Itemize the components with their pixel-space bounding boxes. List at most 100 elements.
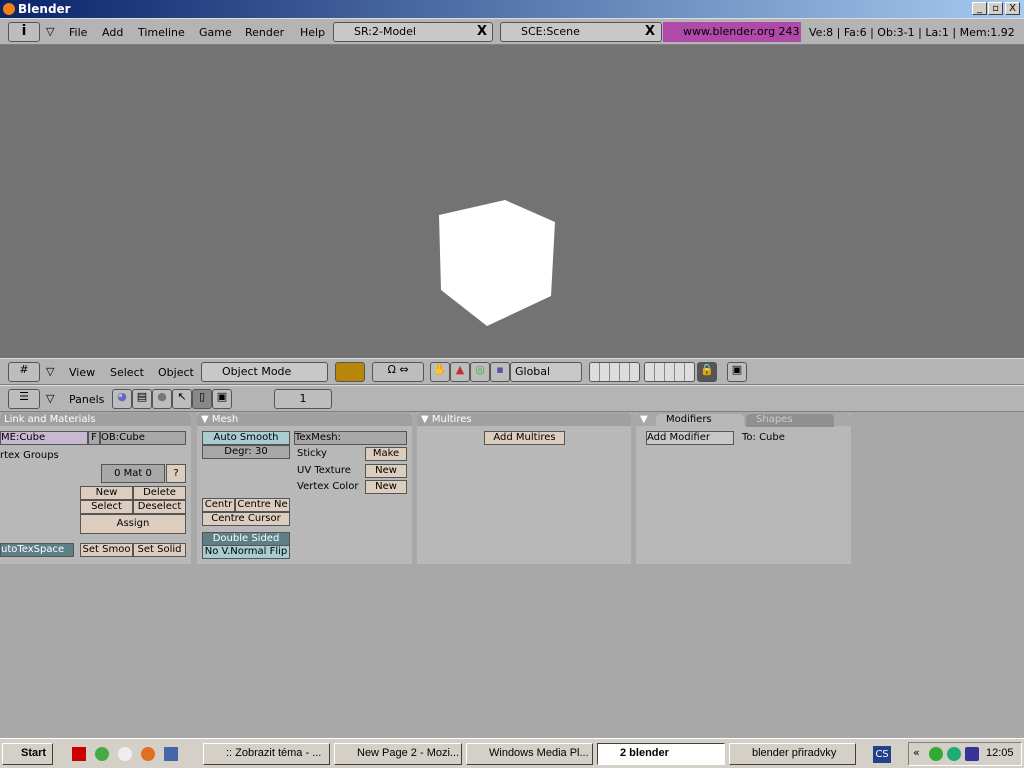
cube-object[interactable] [0,45,1024,358]
grid-editor-icon[interactable]: # [8,362,40,382]
new-material-button[interactable]: New [80,486,133,500]
desktop-icon[interactable] [164,747,178,761]
sticky-make-button[interactable]: Make [365,447,407,461]
firefox-icon[interactable] [141,747,155,761]
task-firefox-newpage[interactable]: New Page 2 - Mozi... [334,743,462,765]
panel-toggle-icon[interactable]: ▼ [640,414,648,425]
menu-timeline[interactable]: Timeline [138,26,185,39]
panel-title: Mesh [211,414,239,425]
menu-view[interactable]: View [69,366,95,379]
screen-selector[interactable]: SR:2-Model [333,22,493,42]
buttons-editor-icon[interactable]: ☰ [8,389,40,409]
vertex-color-label: Vertex Color [297,481,359,492]
set-smooth-button[interactable]: Set Smoo [80,543,133,557]
modifiers-panel: ▼ Modifiers Shapes Add Modifier To: Cube [636,413,851,564]
scale-icon[interactable]: ▪ [490,362,510,382]
frame-field[interactable]: 1 [274,389,332,409]
texmesh-field[interactable]: TexMesh: [294,431,407,445]
collapse-icon[interactable]: ▽ [46,365,54,378]
panel-toggle-icon[interactable]: ▼ [201,414,212,425]
auto-smooth-toggle[interactable]: Auto Smooth [202,431,290,445]
menu-game[interactable]: Game [199,26,232,39]
add-modifier-button[interactable]: Add Modifier [646,431,734,445]
collapse-icon[interactable]: ▽ [46,392,54,405]
task-folder[interactable]: blender přiradvky [729,743,856,765]
cube-mesh[interactable] [439,200,555,326]
orientation-selector[interactable]: Global [510,362,582,382]
menu-add[interactable]: Add [102,26,123,39]
layer-buttons-1[interactable] [589,362,640,382]
media-icon[interactable] [118,747,132,761]
task-media-player[interactable]: Windows Media Pl... [466,743,593,765]
translate-icon[interactable]: ▲ [450,362,470,382]
set-solid-button[interactable]: Set Solid [133,543,186,557]
3d-viewport[interactable] [0,45,1024,358]
assign-material-button[interactable]: Assign [80,514,186,534]
logic-icon[interactable]: ◕ [112,389,132,409]
tab-shapes[interactable]: Shapes [746,414,834,427]
no-vnormal-flip-toggle[interactable]: No V.Normal Flip [202,545,290,559]
centre-button[interactable]: Centr [202,498,235,512]
close-button[interactable]: X [1005,2,1020,15]
network-icon[interactable] [947,747,961,761]
centre-new-button[interactable]: Centre Ne [235,498,290,512]
save-quicklaunch-icon[interactable] [72,747,86,761]
rotate-icon[interactable]: ◎ [470,362,490,382]
info-icon[interactable]: i [8,22,40,42]
object-name-field[interactable]: OB:Cube [100,431,186,445]
start-button[interactable]: Start [2,743,53,765]
menu-file[interactable]: File [69,26,87,39]
render-icon[interactable]: ▣ [727,362,747,382]
object-icon[interactable]: ↖ [172,389,192,409]
utorrent-icon[interactable] [929,747,943,761]
scene-selector[interactable]: SCE:Scene [500,22,662,42]
mesh-name-field[interactable]: ME:Cube [0,431,88,445]
shading-icon[interactable]: ● [152,389,172,409]
tab-modifiers[interactable]: Modifiers [656,414,744,427]
delete-scene-button[interactable]: X [645,24,655,39]
script-icon[interactable]: ▤ [132,389,152,409]
draw-type-icon[interactable] [335,362,365,382]
help-button[interactable]: ? [166,464,186,483]
fake-user-button[interactable]: F [88,431,100,445]
menu-select[interactable]: Select [110,366,144,379]
menu-help[interactable]: Help [300,26,325,39]
panel-toggle-icon[interactable]: ▼ [421,414,432,425]
antivirus-icon[interactable] [965,747,979,761]
task-label: New Page 2 - Mozi... [357,747,460,759]
material-index[interactable]: 0 Mat 0 [101,464,165,483]
clock[interactable]: 12:05 [986,747,1014,759]
vertex-color-new-button[interactable]: New [365,480,407,494]
language-indicator[interactable]: CS [873,746,891,763]
hand-icon[interactable]: ✋ [430,362,450,382]
task-label: Windows Media Pl... [489,747,589,759]
select-material-button[interactable]: Select [80,500,133,514]
deselect-material-button[interactable]: Deselect [133,500,186,514]
uv-texture-new-button[interactable]: New [365,464,407,478]
tray-expand-icon[interactable]: « [913,746,920,759]
layer-buttons-2[interactable] [644,362,695,382]
delete-material-button[interactable]: Delete [133,486,186,500]
maximize-button[interactable]: ▫ [988,2,1003,15]
pivot-icon[interactable]: Ω ⇔ [372,362,424,382]
task-blender-group[interactable]: 2 blender [597,743,725,765]
editing-icon[interactable]: ▯ [192,389,212,409]
mode-selector[interactable]: Object Mode [201,362,328,382]
window-title: Blender [18,2,71,16]
collapse-icon[interactable]: ▽ [46,25,54,38]
scene-icon[interactable]: ▣ [212,389,232,409]
centre-cursor-button[interactable]: Centre Cursor [202,512,290,526]
degree-field[interactable]: Degr: 30 [202,445,290,459]
icq-icon[interactable] [95,747,109,761]
autotexspace-toggle[interactable]: utoTexSpace [0,543,74,557]
add-multires-button[interactable]: Add Multires [484,431,565,445]
minimize-button[interactable]: _ [972,2,987,15]
task-firefox-forum[interactable]: :: Zobrazit téma - ... [203,743,330,765]
delete-screen-button[interactable]: X [477,24,487,39]
panels-label: Panels [69,393,105,406]
task-label: :: Zobrazit téma - ... [226,747,322,759]
menu-object[interactable]: Object [158,366,194,379]
menu-render[interactable]: Render [245,26,284,39]
lock-icon[interactable]: 🔒 [697,362,717,382]
double-sided-toggle[interactable]: Double Sided [202,532,290,546]
